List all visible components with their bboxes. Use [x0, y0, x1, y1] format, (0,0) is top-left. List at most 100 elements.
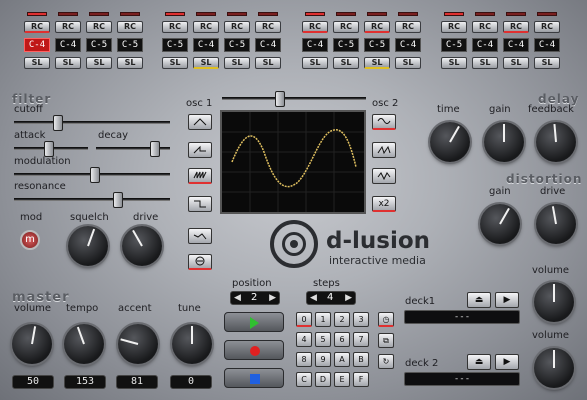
- osc2-x2-button[interactable]: x2: [372, 196, 396, 212]
- delay-gain-knob[interactable]: [484, 122, 524, 162]
- accent-toggle-button[interactable]: RC: [503, 21, 529, 33]
- keypad-key-C[interactable]: C: [296, 372, 312, 387]
- osc2-wave-zigzag-button[interactable]: [372, 168, 396, 184]
- note-display[interactable]: C-5: [86, 38, 112, 52]
- slide-toggle-button[interactable]: SL: [224, 57, 250, 69]
- deck2-play-button[interactable]: ▶: [495, 354, 519, 370]
- note-display[interactable]: C-5: [333, 38, 359, 52]
- keypad-clock-button[interactable]: ◷: [378, 312, 394, 327]
- osc-mix-slider-thumb[interactable]: [275, 91, 285, 107]
- master-accent-knob[interactable]: [118, 324, 158, 364]
- note-display[interactable]: C-4: [255, 38, 281, 52]
- note-display[interactable]: C-5: [117, 38, 143, 52]
- modulation-slider[interactable]: [14, 167, 170, 183]
- accent-toggle-button[interactable]: RC: [333, 21, 359, 33]
- slide-toggle-button[interactable]: SL: [162, 57, 188, 69]
- keypad-loop-button[interactable]: ↻: [378, 354, 394, 369]
- accent-toggle-button[interactable]: RC: [255, 21, 281, 33]
- slide-toggle-button[interactable]: SL: [255, 57, 281, 69]
- mod-toggle-button[interactable]: m: [20, 230, 40, 250]
- keypad-key-B[interactable]: B: [353, 352, 369, 367]
- note-display[interactable]: C-5: [224, 38, 250, 52]
- modulation-slider-thumb[interactable]: [90, 167, 100, 183]
- keypad-key-3[interactable]: 3: [353, 312, 369, 327]
- keypad-key-E[interactable]: E: [334, 372, 350, 387]
- distortion-gain-knob[interactable]: [480, 204, 520, 244]
- keypad-key-0[interactable]: 0: [296, 312, 312, 327]
- slide-toggle-button[interactable]: SL: [395, 57, 421, 69]
- slide-toggle-button[interactable]: SL: [86, 57, 112, 69]
- slide-toggle-button[interactable]: SL: [193, 57, 219, 69]
- slide-toggle-button[interactable]: SL: [441, 57, 467, 69]
- record-button[interactable]: [224, 340, 284, 360]
- accent-toggle-button[interactable]: RC: [117, 21, 143, 33]
- accent-toggle-button[interactable]: RC: [302, 21, 328, 33]
- osc1-wave-noise-button[interactable]: [188, 228, 212, 244]
- note-display[interactable]: C-5: [364, 38, 390, 52]
- cutoff-slider[interactable]: [14, 115, 170, 131]
- accent-toggle-button[interactable]: RC: [224, 21, 250, 33]
- note-display[interactable]: C-4: [193, 38, 219, 52]
- deck2-eject-button[interactable]: ⏏: [467, 354, 491, 370]
- deck2-volume-knob[interactable]: [534, 348, 574, 388]
- note-display[interactable]: C-4: [395, 38, 421, 52]
- keypad-key-8[interactable]: 8: [296, 352, 312, 367]
- accent-toggle-button[interactable]: RC: [534, 21, 560, 33]
- keypad-key-5[interactable]: 5: [315, 332, 331, 347]
- note-display[interactable]: C-4: [534, 38, 560, 52]
- keypad-key-F[interactable]: F: [353, 372, 369, 387]
- slide-toggle-button[interactable]: SL: [24, 57, 50, 69]
- accent-toggle-button[interactable]: RC: [193, 21, 219, 33]
- note-display[interactable]: C-4: [302, 38, 328, 52]
- slide-toggle-button[interactable]: SL: [472, 57, 498, 69]
- position-increment-icon[interactable]: ▶: [269, 293, 276, 303]
- master-tune-knob[interactable]: [172, 324, 212, 364]
- osc1-wave-sine-button[interactable]: [188, 114, 212, 130]
- play-button[interactable]: [224, 312, 284, 332]
- keypad-key-6[interactable]: 6: [334, 332, 350, 347]
- decay-slider[interactable]: [96, 141, 170, 157]
- distortion-drive-knob[interactable]: [536, 204, 576, 244]
- accent-toggle-button[interactable]: RC: [55, 21, 81, 33]
- deck1-eject-button[interactable]: ⏏: [467, 292, 491, 308]
- note-display[interactable]: C-5: [162, 38, 188, 52]
- slide-toggle-button[interactable]: SL: [534, 57, 560, 69]
- keypad-key-7[interactable]: 7: [353, 332, 369, 347]
- slide-toggle-button[interactable]: SL: [117, 57, 143, 69]
- accent-toggle-button[interactable]: RC: [24, 21, 50, 33]
- slide-toggle-button[interactable]: SL: [302, 57, 328, 69]
- slide-toggle-button[interactable]: SL: [333, 57, 359, 69]
- deck1-volume-knob[interactable]: [534, 282, 574, 322]
- accent-toggle-button[interactable]: RC: [441, 21, 467, 33]
- cutoff-slider-thumb[interactable]: [53, 115, 63, 131]
- keypad-key-4[interactable]: 4: [296, 332, 312, 347]
- master-volume-knob[interactable]: [12, 324, 52, 364]
- osc1-wave-random-button[interactable]: [188, 254, 212, 270]
- keypad-key-1[interactable]: 1: [315, 312, 331, 327]
- note-display[interactable]: C-4: [472, 38, 498, 52]
- accent-toggle-button[interactable]: RC: [472, 21, 498, 33]
- resonance-slider[interactable]: [14, 192, 170, 208]
- osc1-wave-multi-saw-button[interactable]: [188, 168, 212, 184]
- osc1-wave-saw-button[interactable]: [188, 142, 212, 158]
- slide-toggle-button[interactable]: SL: [503, 57, 529, 69]
- accent-toggle-button[interactable]: RC: [395, 21, 421, 33]
- decay-slider-thumb[interactable]: [150, 141, 160, 157]
- osc2-wave-sine-button[interactable]: [372, 114, 396, 130]
- squelch-knob[interactable]: [68, 226, 108, 266]
- keypad-key-2[interactable]: 2: [334, 312, 350, 327]
- keypad-key-9[interactable]: 9: [315, 352, 331, 367]
- delay-time-knob[interactable]: [430, 122, 470, 162]
- note-display[interactable]: C-4: [24, 38, 50, 52]
- osc-mix-slider[interactable]: [222, 91, 366, 107]
- accent-toggle-button[interactable]: RC: [364, 21, 390, 33]
- note-display[interactable]: C-4: [503, 38, 529, 52]
- slide-toggle-button[interactable]: SL: [55, 57, 81, 69]
- drive-knob[interactable]: [122, 226, 162, 266]
- keypad-copy-button[interactable]: ⧉: [378, 333, 394, 348]
- steps-decrement-icon[interactable]: ◀: [310, 293, 317, 303]
- slide-toggle-button[interactable]: SL: [364, 57, 390, 69]
- steps-increment-icon[interactable]: ▶: [345, 293, 352, 303]
- delay-feedback-knob[interactable]: [536, 122, 576, 162]
- resonance-slider-thumb[interactable]: [113, 192, 123, 208]
